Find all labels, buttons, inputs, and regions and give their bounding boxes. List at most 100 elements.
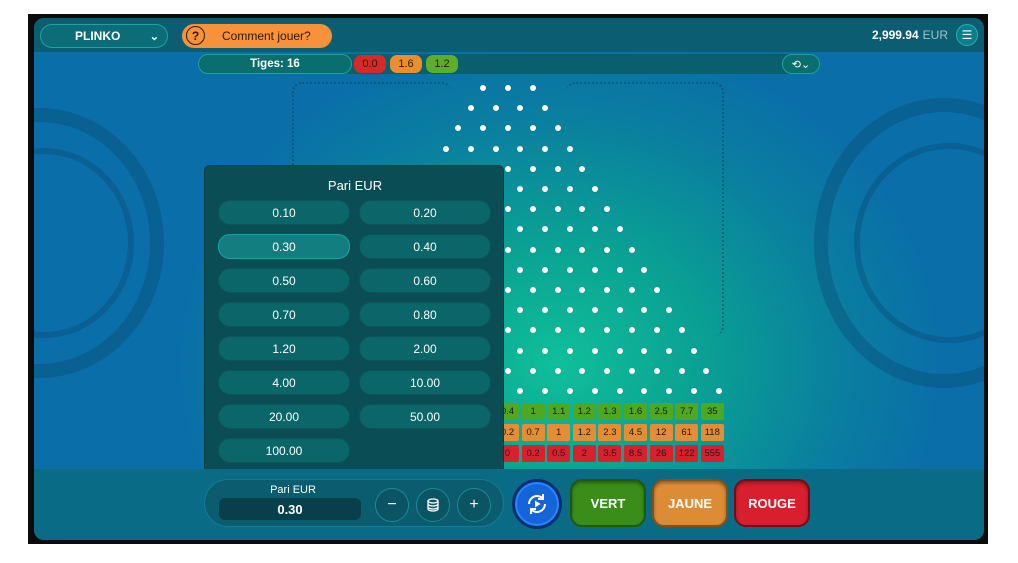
pin (467, 145, 474, 152)
pin (542, 226, 549, 233)
multiplier-slot-yellow: 1 (547, 424, 571, 441)
pin (505, 367, 511, 374)
pin (703, 367, 710, 374)
bottom-bar: Pari EUR 0.30 − + VERT JAUNE ROUGE (34, 469, 984, 540)
multiplier-slot-red: 3.5 (598, 445, 622, 462)
history-button[interactable]: ⟲⌄ (782, 54, 820, 74)
green-play-button[interactable]: VERT (570, 479, 646, 527)
balance: 2,999.94 EUR (872, 28, 948, 42)
bet-option[interactable]: 4.00 (218, 370, 350, 395)
pin (542, 145, 549, 152)
pin (529, 125, 536, 132)
pin (529, 206, 536, 213)
pin (629, 287, 635, 293)
pin (480, 85, 487, 91)
game-select[interactable]: PLINKO ⌄ (40, 24, 168, 48)
red-play-button[interactable]: ROUGE (734, 479, 810, 527)
bet-option[interactable]: 0.40 (359, 234, 491, 259)
bet-option[interactable]: 0.80 (359, 302, 491, 327)
pin (542, 186, 549, 192)
pin (505, 165, 511, 172)
pin (591, 388, 598, 394)
pin (629, 367, 635, 374)
bet-option[interactable]: 100.00 (218, 438, 350, 463)
pin (517, 388, 524, 394)
pin (554, 327, 561, 334)
bet-option[interactable]: 2.00 (359, 336, 491, 361)
pin (554, 246, 561, 253)
bet-option[interactable]: 0.70 (218, 302, 350, 327)
pin (505, 327, 511, 334)
history-chip: 1.2 (426, 55, 458, 73)
how-to-play-label: Comment jouer? (222, 29, 311, 43)
pin (641, 388, 648, 394)
coins-icon (427, 498, 439, 512)
bet-option[interactable]: 1.20 (218, 336, 350, 361)
plus-icon: + (469, 496, 479, 513)
increase-bet-button[interactable]: + (457, 488, 491, 522)
bet-option[interactable]: 0.30 (218, 234, 350, 259)
bet-chips-button[interactable] (416, 488, 450, 522)
multiplier-slot-yellow: 12 (649, 424, 673, 441)
pin (517, 347, 524, 354)
pin (567, 145, 573, 152)
pin (542, 347, 549, 354)
autoplay-button[interactable] (512, 479, 562, 529)
hamburger-icon: ☰ (961, 28, 973, 42)
pin (517, 266, 524, 273)
red-button-label: ROUGE (748, 495, 796, 511)
bet-panel-title: Pari EUR (327, 178, 383, 193)
multiplier-slot-green: 1.2 (572, 403, 596, 420)
autoplay-icon (528, 494, 546, 514)
pin (554, 367, 561, 374)
bet-option[interactable]: 0.20 (359, 200, 491, 225)
pin (467, 105, 474, 112)
pin (542, 105, 549, 112)
multiplier-slot-red: 555 (700, 445, 724, 462)
pin (678, 367, 685, 374)
menu-button[interactable]: ☰ (956, 24, 978, 46)
pin (517, 226, 524, 233)
multiplier-slot-red: 122 (675, 445, 699, 462)
chevron-down-icon: ⌄ (149, 31, 159, 43)
bet-amount-panel: Pari EUR 0.10 0.20 0.30 0.40 0.50 0.60 0.70 0.8… (204, 165, 504, 475)
multiplier-slot-yellow: 61 (675, 424, 699, 441)
pin (579, 367, 586, 374)
yellow-play-button[interactable]: JAUNE (652, 479, 728, 527)
how-to-play-button[interactable]: ? Comment jouer? (182, 24, 332, 48)
decrease-bet-button[interactable]: − (375, 488, 409, 522)
pin (591, 266, 598, 273)
minus-icon: − (387, 496, 397, 513)
pin (554, 165, 561, 172)
pin (653, 287, 660, 293)
pins-selector[interactable]: Tiges: 16 (198, 54, 352, 74)
pin (616, 388, 623, 394)
bet-option[interactable]: 10.00 (359, 370, 491, 395)
pin (567, 186, 573, 192)
bet-option[interactable]: 20.00 (218, 404, 350, 429)
pin (666, 388, 673, 394)
bet-value[interactable]: 0.30 (219, 498, 361, 520)
bet-option[interactable]: 0.50 (218, 268, 350, 293)
multiplier-slot-green: 1.1 (547, 403, 571, 420)
yellow-button-label: JAUNE (667, 495, 713, 511)
pin (455, 125, 462, 132)
multiplier-slot-yellow: 1.2 (572, 424, 596, 441)
pin (591, 307, 598, 314)
game-select-label: PLINKO (75, 29, 121, 43)
multiplier-slot-green: 35 (700, 403, 724, 420)
bet-control: Pari EUR 0.30 − + (204, 479, 504, 527)
pin (691, 347, 697, 354)
multiplier-slot-yellow: 2.3 (598, 424, 622, 441)
pin (567, 266, 573, 273)
multiplier-slot-green: 1.6 (624, 403, 647, 420)
bet-option[interactable]: 50.00 (359, 404, 491, 429)
question-icon: ? (186, 26, 205, 45)
pin (666, 347, 673, 354)
pin (505, 125, 511, 132)
bet-option[interactable]: 0.10 (218, 200, 350, 225)
history-chip: 1.6 (390, 55, 422, 73)
bet-option[interactable]: 0.60 (359, 268, 491, 293)
pin (591, 186, 598, 192)
pin (591, 347, 598, 354)
